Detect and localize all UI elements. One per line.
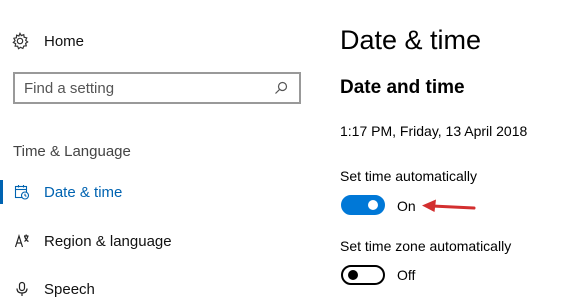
active-indicator bbox=[0, 229, 3, 253]
annotation-arrow-icon bbox=[422, 199, 476, 212]
toggle-knob bbox=[368, 200, 378, 210]
search-icon[interactable] bbox=[270, 77, 292, 99]
search-input[interactable] bbox=[15, 74, 270, 102]
toggle-state-text: Off bbox=[397, 267, 416, 283]
sidebar-item-date-time[interactable]: Date & time bbox=[0, 177, 300, 207]
sidebar-item-region-language[interactable]: Region & language bbox=[0, 226, 300, 256]
active-indicator bbox=[0, 277, 3, 301]
section-heading: Time & Language bbox=[13, 143, 131, 160]
sidebar-item-label: Speech bbox=[44, 280, 95, 298]
toggle-knob bbox=[348, 270, 358, 280]
set-time-zone-automatically-label: Set time zone automatically bbox=[340, 238, 512, 254]
set-time-zone-automatically-toggle[interactable] bbox=[341, 265, 385, 285]
sidebar-item-label: Region & language bbox=[44, 232, 172, 250]
gear-icon bbox=[10, 31, 30, 51]
settings-search-box bbox=[13, 72, 301, 104]
language-icon bbox=[13, 232, 31, 250]
calendar-clock-icon bbox=[13, 183, 31, 201]
toggle-state-text: On bbox=[397, 198, 416, 214]
set-time-automatically-label: Set time automatically bbox=[340, 168, 477, 184]
sidebar-item-speech[interactable]: Speech bbox=[0, 274, 300, 301]
active-indicator bbox=[0, 180, 3, 204]
home-nav-item[interactable]: Home bbox=[10, 28, 84, 54]
home-label: Home bbox=[44, 32, 85, 50]
settings-content: Date & time Date and time 1:17 PM, Frida… bbox=[340, 0, 586, 301]
set-time-automatically-toggle[interactable] bbox=[341, 195, 385, 215]
microphone-icon bbox=[13, 280, 31, 298]
settings-sidebar: Home Time & Language bbox=[0, 0, 320, 301]
sidebar-item-label: Date & time bbox=[44, 183, 123, 201]
current-date-time: 1:17 PM, Friday, 13 April 2018 bbox=[340, 123, 528, 139]
page-title: Date & time bbox=[340, 25, 482, 55]
section-title: Date and time bbox=[340, 77, 465, 98]
